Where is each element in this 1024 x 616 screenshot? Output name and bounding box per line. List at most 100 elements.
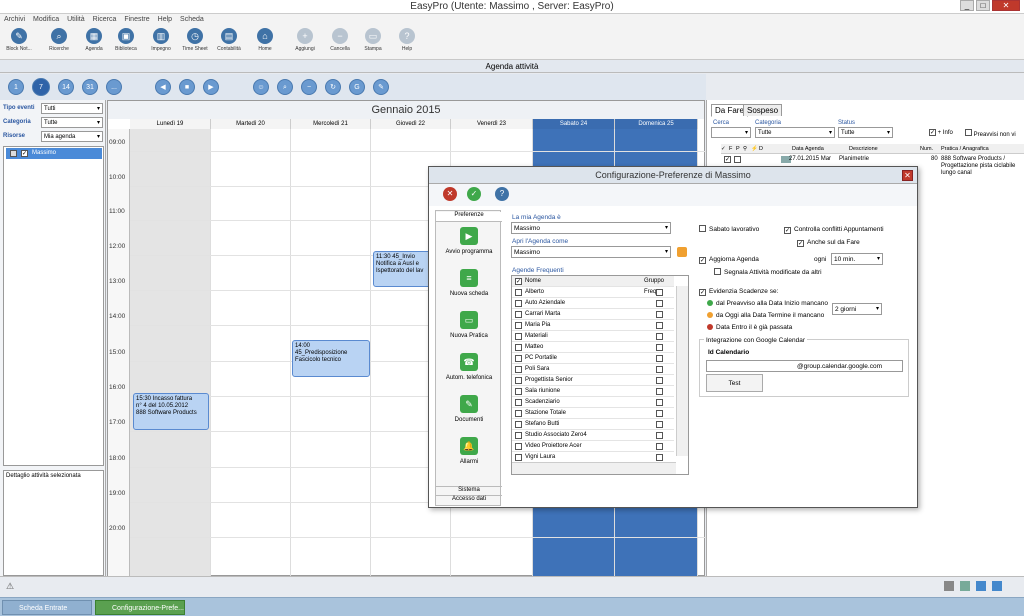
gruppo-checkbox[interactable] — [656, 421, 663, 428]
list-item[interactable]: PC Portatile — [512, 353, 674, 364]
segnala-checkbox[interactable] — [714, 268, 721, 275]
nav-sistema[interactable]: Sistema — [436, 486, 502, 493]
view-31-days-button[interactable]: 31 — [82, 79, 98, 95]
stop-icon[interactable]: ■ — [179, 79, 195, 95]
list-icon[interactable] — [992, 581, 1002, 591]
conflitti-option[interactable]: ✓ Controlla conflitti Appuntamenti — [784, 225, 884, 234]
agenda-checkbox[interactable] — [515, 377, 522, 384]
menu-item[interactable]: Help — [154, 14, 176, 26]
nav-item[interactable]: Nuova scheda — [436, 291, 502, 297]
toolbar-chart-button[interactable]: ▥ Impegno — [146, 28, 176, 52]
list-item[interactable]: Scadenziario — [512, 397, 674, 408]
document-icon[interactable]: ✎ — [460, 395, 478, 413]
day-column[interactable] — [211, 129, 291, 577]
status-select[interactable]: Tutte — [838, 127, 893, 138]
list-item[interactable]: Progettista Senior — [512, 375, 674, 386]
anche-fare-option[interactable]: ✓ Anche sul da Fare — [797, 238, 860, 247]
gruppo-checkbox[interactable] — [656, 311, 663, 318]
help-icon[interactable]: ? — [495, 187, 509, 201]
view-1-day-button[interactable]: 1 — [8, 79, 24, 95]
menu-item[interactable]: Archivi — [0, 14, 29, 26]
view-7-days-button[interactable]: 7 — [32, 78, 50, 96]
gruppo-checkbox[interactable] — [656, 322, 663, 329]
minus-icon[interactable]: − — [301, 79, 317, 95]
day-header[interactable]: Lunedì 19 — [130, 119, 211, 129]
agenda-checkbox[interactable] — [515, 421, 522, 428]
task-scheda-entrate[interactable]: Scheda Entrate — [2, 600, 92, 615]
categoria-select[interactable]: Tutte — [755, 127, 835, 138]
calendar-event[interactable]: 15:30 Incasso fattura n° 4 del 10.05.2012… — [133, 393, 209, 430]
calendar-event[interactable]: 11:30 45_Invio Notifica a Ausl e Ispettora… — [373, 251, 433, 287]
agenda-checkbox[interactable] — [515, 300, 522, 307]
day-header[interactable]: Venerdì 23 — [451, 119, 533, 129]
agenda-checkbox[interactable] — [515, 366, 522, 373]
cerca-input[interactable] — [711, 127, 751, 138]
agenda-checkbox[interactable] — [515, 344, 522, 351]
row-checkbox[interactable]: ✓ — [724, 156, 731, 163]
nav-item[interactable]: Autom. telefonica — [436, 375, 502, 381]
zoom-icon[interactable]: ⌕ — [277, 79, 293, 95]
toolbar-notepad-button[interactable]: ✎ Block Not... — [4, 28, 34, 52]
anche-fare-checkbox[interactable]: ✓ — [797, 240, 804, 247]
gruppo-checkbox[interactable] — [656, 454, 663, 461]
toolbar-home-button[interactable]: ⌂ Home — [250, 28, 280, 52]
categoria-select[interactable]: Tutte — [41, 117, 103, 128]
aggiorna-checkbox[interactable]: ✓ — [699, 257, 706, 264]
gruppo-checkbox[interactable] — [656, 344, 663, 351]
refresh-icon[interactable]: ↻ — [325, 79, 341, 95]
export-icon[interactable] — [960, 581, 970, 591]
vertical-scrollbar[interactable] — [676, 286, 688, 456]
conflitti-checkbox[interactable]: ✓ — [784, 227, 791, 234]
dialog-close-button[interactable]: ✕ — [902, 170, 913, 181]
agenda-checkbox[interactable] — [515, 410, 522, 417]
view-14-days-button[interactable]: 14 — [58, 79, 74, 95]
toolbar-clock-button[interactable]: ◷ Time Sheet — [180, 28, 210, 52]
confirm-icon[interactable]: ✓ — [467, 187, 481, 201]
col-num[interactable]: Num. — [920, 144, 933, 154]
toolbar-print-button[interactable]: ▭ Stampa — [358, 28, 388, 52]
menu-item[interactable]: Scheda — [176, 14, 208, 26]
sabato-checkbox[interactable] — [699, 225, 706, 232]
toolbar-add-button[interactable]: + Aggiungi — [290, 28, 320, 52]
agenda-checkbox[interactable] — [515, 388, 522, 395]
agenda-checkbox[interactable] — [515, 355, 522, 362]
day-header[interactable]: Giovedì 22 — [371, 119, 451, 129]
play-icon[interactable]: ▶ — [460, 227, 478, 245]
list-item[interactable]: Materiali — [512, 331, 674, 342]
maximize-button[interactable]: □ — [976, 0, 990, 11]
sabato-option[interactable]: Sabato lavorativo — [699, 225, 759, 234]
nav-accesso-dati[interactable]: Accesso dati — [436, 495, 502, 502]
giorni-select[interactable]: 2 giorni — [832, 303, 882, 315]
gruppo-checkbox[interactable] — [656, 366, 663, 373]
preavvisi-checkbox[interactable] — [965, 129, 972, 136]
nav-item[interactable]: Documenti — [436, 417, 502, 423]
menu-item[interactable]: Modifica — [29, 14, 63, 26]
agenda-checkbox[interactable] — [515, 311, 522, 318]
segnala-option[interactable]: Segnala Attività modificate da altri — [714, 268, 822, 277]
nav-item[interactable]: Nuova Pratica — [436, 333, 502, 339]
gruppo-checkbox[interactable] — [656, 443, 663, 450]
next-icon[interactable]: ▶ — [203, 79, 219, 95]
task-configurazione[interactable]: Configurazione-Prefe... — [95, 600, 185, 615]
apri-agenda-select[interactable]: Massimo — [511, 246, 671, 258]
gruppo-checkbox[interactable] — [656, 399, 663, 406]
bell-icon[interactable]: 🔔 — [460, 437, 478, 455]
ogni-select[interactable]: 10 min. — [831, 253, 883, 265]
form-icon[interactable]: ≡ — [460, 269, 478, 287]
agenda-checkbox[interactable] — [515, 443, 522, 450]
toolbar-help-button[interactable]: ? Help — [392, 28, 422, 52]
day-column[interactable] — [130, 129, 211, 577]
toolbar-calculator-button[interactable]: ▤ Contabilità — [214, 28, 244, 52]
menu-item[interactable]: Finestre — [120, 14, 153, 26]
resource-item[interactable]: ✓ Massimo — [6, 148, 102, 159]
view-more-button[interactable]: ... — [106, 79, 122, 95]
test-button[interactable]: Test — [706, 374, 763, 392]
agenda-checkbox[interactable] — [515, 454, 522, 461]
select-all-checkbox[interactable]: ✓ — [515, 278, 522, 285]
list-item[interactable]: Alberto — [512, 287, 674, 298]
day-header[interactable]: Mercoledì 21 — [291, 119, 371, 129]
people-icon[interactable]: ☺ — [253, 79, 269, 95]
prev-icon[interactable]: ◀ — [155, 79, 171, 95]
agenda-checkbox[interactable] — [515, 289, 522, 296]
toolbar-calendar-button[interactable]: ▦ Agenda — [79, 28, 109, 52]
